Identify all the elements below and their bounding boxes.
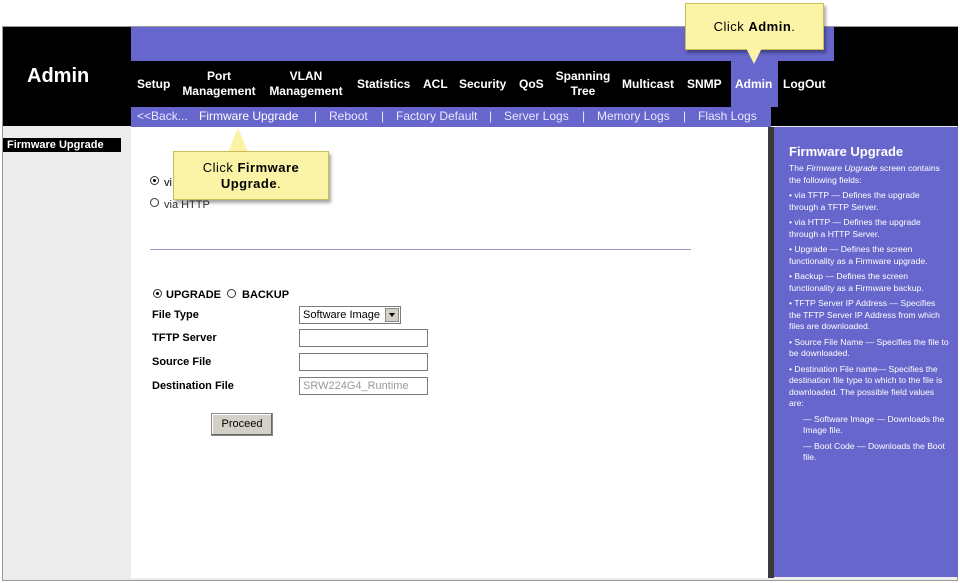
- upgrade-radio[interactable]: [153, 289, 162, 298]
- nav-statistics[interactable]: Statistics: [357, 77, 410, 92]
- help-intro-em: Firmware Upgrade: [806, 163, 878, 173]
- subnav-separator: |: [314, 109, 318, 123]
- subnav-reboot[interactable]: Reboot: [329, 109, 368, 123]
- subnav-separator: |: [381, 109, 385, 123]
- upgrade-label: UPGRADE: [166, 289, 222, 301]
- nav-port-management[interactable]: Port Management: [180, 69, 258, 99]
- file-type-select[interactable]: Software Image: [299, 306, 401, 324]
- via-http-label: via HTTP: [164, 199, 210, 211]
- help-title: Firmware Upgrade: [789, 144, 904, 159]
- help-intro-pre: The: [789, 163, 807, 173]
- subnav-separator: |: [489, 109, 493, 123]
- subnav-factory-default[interactable]: Factory Default: [396, 109, 477, 123]
- file-type-value: Software Image: [303, 309, 381, 321]
- tftp-server-label: TFTP Server: [152, 332, 217, 344]
- callout-admin-suffix: .: [791, 19, 796, 34]
- help-sub-item: — Boot Code — Downloads the Boot file.: [803, 440, 945, 463]
- source-file-input[interactable]: [299, 353, 428, 371]
- help-item: • Backup — Defines the screen functional…: [789, 271, 924, 293]
- nav-admin[interactable]: Admin: [735, 77, 772, 92]
- callout-admin-bold: Admin: [748, 19, 792, 34]
- callout-admin-prefix: Click: [713, 19, 749, 34]
- nav-qos[interactable]: QoS: [519, 77, 544, 92]
- nav-setup[interactable]: Setup: [137, 77, 170, 92]
- file-type-label: File Type: [152, 309, 199, 321]
- callout-click-admin: Click Admin.: [685, 3, 824, 50]
- source-file-label: Source File: [152, 356, 212, 368]
- via-http-radio[interactable]: [150, 198, 159, 207]
- subnav-flash-logs[interactable]: Flash Logs: [698, 109, 757, 123]
- callout-firmware-prefix: Click: [202, 160, 238, 175]
- subnav-server-logs[interactable]: Server Logs: [504, 109, 569, 123]
- nav-security[interactable]: Security: [459, 77, 506, 92]
- help-intro: The Firmware Upgrade screen contains the…: [789, 163, 949, 186]
- nav-snmp[interactable]: SNMP: [687, 77, 722, 92]
- help-item: • TFTP Server IP Address — Specifies the…: [789, 298, 940, 331]
- subnav-firmware-upgrade[interactable]: Firmware Upgrade: [199, 109, 298, 123]
- subnav-separator: |: [683, 109, 687, 123]
- chevron-down-icon[interactable]: [385, 308, 399, 322]
- proceed-button[interactable]: Proceed: [211, 413, 273, 436]
- nav-multicast[interactable]: Multicast: [622, 77, 674, 92]
- via-tftp-label: vi: [164, 177, 172, 189]
- destination-file-label: Destination File: [152, 380, 234, 392]
- section-divider: [150, 249, 691, 250]
- backup-label: BACKUP: [242, 289, 290, 301]
- help-sub-item: — Software Image — Downloads the Image f…: [803, 413, 945, 436]
- nav-logout[interactable]: LogOut: [783, 77, 826, 92]
- page-title: Admin: [27, 65, 90, 87]
- help-item: • Source File Name — Specifies the file …: [789, 336, 949, 359]
- nav-vlan-management[interactable]: VLAN Management: [266, 69, 346, 99]
- help-item: • Upgrade — Defines the screen functiona…: [789, 244, 928, 266]
- subnav-memory-logs[interactable]: Memory Logs: [597, 109, 670, 123]
- sidebar-section-label: Firmware Upgrade: [3, 138, 121, 152]
- subnav-separator: |: [582, 109, 586, 123]
- nav-spanning-tree[interactable]: Spanning Tree: [553, 69, 613, 99]
- help-item: • via HTTP — Defines the upgrade through…: [789, 217, 921, 239]
- help-body: The Firmware Upgrade screen contains the…: [789, 163, 949, 468]
- help-panel: Firmware Upgrade The Firmware Upgrade sc…: [774, 127, 958, 577]
- destination-file-input[interactable]: [299, 377, 428, 395]
- tftp-server-input[interactable]: [299, 329, 428, 347]
- nav-acl[interactable]: ACL: [423, 77, 448, 92]
- callout-firmware-pointer: [228, 128, 248, 152]
- callout-firmware-suffix: .: [277, 176, 282, 191]
- backup-radio[interactable]: [227, 289, 236, 298]
- callout-click-firmware-upgrade: Click Firmware Upgrade.: [173, 151, 329, 200]
- callout-admin-pointer: [746, 48, 762, 64]
- subnav-back[interactable]: <<Back...: [137, 109, 188, 123]
- help-item: • Destination File name— Specifies the d…: [789, 363, 943, 409]
- help-item: • via TFTP — Defines the upgrade through…: [789, 190, 920, 212]
- via-tftp-radio[interactable]: [150, 176, 159, 185]
